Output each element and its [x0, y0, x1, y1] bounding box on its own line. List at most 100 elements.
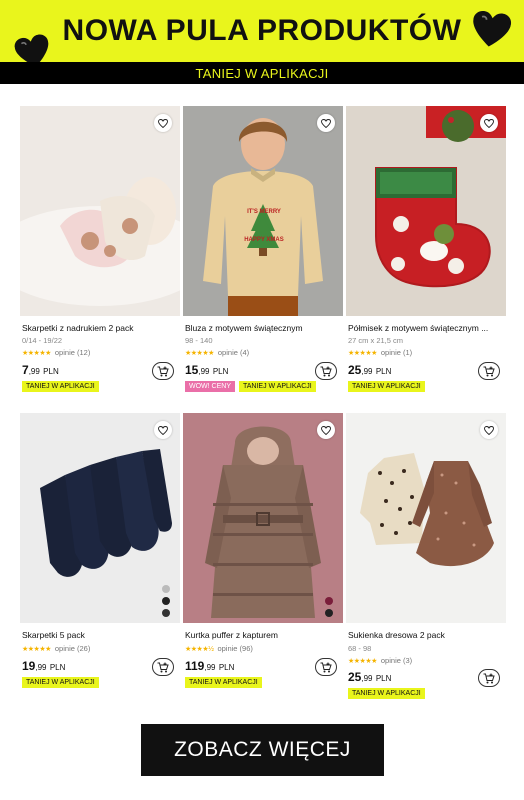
price-currency: PLN [375, 674, 392, 683]
app-discount-bar: TANIEJ W APLIKACJI [0, 62, 524, 84]
color-swatch[interactable] [162, 609, 170, 617]
favorite-button[interactable] [154, 421, 172, 439]
product-rating: ★★★★★ opinie (4) [185, 348, 249, 357]
black-heart-icon [473, 10, 512, 47]
price-currency: PLN [49, 663, 66, 672]
rating-stars: ★★★★★ [22, 349, 51, 357]
color-swatch[interactable] [325, 609, 333, 617]
christmas-plate-photo [346, 106, 506, 316]
see-more-button[interactable]: ZOBACZ WIĘCEJ [141, 724, 384, 776]
price-currency: PLN [212, 367, 229, 376]
price-decimal: ,99 [198, 367, 210, 376]
add-to-cart-icon [483, 366, 495, 376]
navy-socks-photo [20, 413, 180, 623]
product-image[interactable] [20, 106, 180, 316]
product-name[interactable]: Półmisek z motywem świątecznym ... [348, 323, 503, 333]
product-image[interactable]: IT'S MERRY HAPPY XMAS [183, 106, 343, 316]
app-discount-tag: TANIEJ W APLIKACJI [22, 677, 99, 688]
product-rating: ★★★★★ opinie (26) [22, 644, 90, 653]
price-integer: 25 [348, 670, 362, 684]
favorite-button[interactable] [317, 421, 335, 439]
app-discount-tag: TANIEJ W APLIKACJI [348, 688, 425, 699]
product-card[interactable]: Skarpetki 5 pack ★★★★★ opinie (26) 19,99… [20, 413, 180, 693]
product-tags: TANIEJ W APLIKACJI [22, 381, 99, 392]
subbar-text: TANIEJ W APLIKACJI [195, 66, 329, 81]
review-count[interactable]: opinie (96) [217, 644, 252, 653]
add-to-cart-button[interactable] [478, 669, 500, 687]
add-to-cart-icon [157, 662, 169, 672]
product-size: 0/14 - 19/22 [22, 336, 63, 345]
add-to-cart-button[interactable] [315, 362, 337, 380]
product-card[interactable]: Skarpetki z nadrukiem 2 pack 0/14 - 19/2… [20, 106, 180, 396]
price-decimal: ,99 [361, 367, 373, 376]
product-price: 25,99 PLN [348, 363, 391, 377]
review-count[interactable]: opinie (3) [381, 656, 412, 665]
rating-stars: ★★★★★ [348, 349, 377, 357]
price-currency: PLN [375, 367, 392, 376]
dress-set-photo [346, 413, 506, 623]
price-decimal: ,99 [28, 367, 40, 376]
review-count[interactable]: opinie (1) [381, 348, 412, 357]
color-swatch[interactable] [162, 597, 170, 605]
product-image[interactable] [183, 413, 343, 623]
puffer-jacket-photo [183, 413, 343, 623]
product-name[interactable]: Kurtka puffer z kapturem [185, 630, 340, 640]
product-size: 98 - 140 [185, 336, 213, 345]
favorite-button[interactable] [480, 114, 498, 132]
review-count[interactable]: opinie (12) [55, 348, 90, 357]
rating-stars: ★★★★★ [185, 349, 214, 357]
product-size: 68 - 98 [348, 644, 372, 653]
product-card[interactable]: Półmisek z motywem świątecznym ... 27 cm… [346, 106, 506, 396]
price-integer: 25 [348, 363, 362, 377]
color-swatch[interactable] [162, 585, 170, 593]
price-decimal: ,99 [204, 663, 216, 672]
product-rating: ★★★★½ opinie (96) [185, 644, 253, 653]
product-tags: TANIEJ W APLIKACJI [348, 688, 425, 699]
product-tags: TANIEJ W APLIKACJI [22, 677, 99, 688]
product-image[interactable] [346, 413, 506, 623]
product-price: 7,99 PLN [22, 363, 59, 377]
favorite-button[interactable] [317, 114, 335, 132]
product-name[interactable]: Skarpetki z nadrukiem 2 pack [22, 323, 177, 333]
app-discount-tag: TANIEJ W APLIKACJI [22, 381, 99, 392]
price-integer: 19 [22, 659, 36, 673]
price-integer: 15 [185, 363, 199, 377]
favorite-button[interactable] [154, 114, 172, 132]
baby-socks-photo [20, 106, 180, 316]
product-card[interactable]: IT'S MERRY HAPPY XMAS Bluza z motywem św… [183, 106, 343, 396]
add-to-cart-button[interactable] [152, 658, 174, 676]
heart-outline-icon [484, 118, 494, 128]
product-image[interactable] [20, 413, 180, 623]
product-name[interactable]: Skarpetki 5 pack [22, 630, 177, 640]
heart-outline-icon [321, 118, 331, 128]
product-rating: ★★★★★ opinie (3) [348, 656, 412, 665]
product-name[interactable]: Sukienka dresowa 2 pack [348, 630, 503, 640]
add-to-cart-icon [320, 662, 332, 672]
color-swatch[interactable] [325, 597, 333, 605]
add-to-cart-button[interactable] [478, 362, 500, 380]
price-integer: 7 [22, 363, 29, 377]
price-decimal: ,99 [35, 663, 47, 672]
product-price: 25,99 PLN [348, 670, 391, 684]
product-price: 119,99 PLN [185, 659, 234, 673]
add-to-cart-button[interactable] [152, 362, 174, 380]
price-currency: PLN [218, 663, 235, 672]
review-count[interactable]: opinie (4) [218, 348, 249, 357]
rating-stars: ★★★★½ [185, 645, 214, 653]
product-rating: ★★★★★ opinie (1) [348, 348, 412, 357]
review-count[interactable]: opinie (26) [55, 644, 90, 653]
favorite-button[interactable] [480, 421, 498, 439]
product-name[interactable]: Bluza z motywem świątecznym [185, 323, 340, 333]
sweater-print-text: IT'S MERRY HAPPY XMAS [244, 209, 284, 243]
add-to-cart-icon [157, 366, 169, 376]
add-to-cart-button[interactable] [315, 658, 337, 676]
product-image[interactable] [346, 106, 506, 316]
price-currency: PLN [43, 367, 59, 376]
heart-outline-icon [321, 425, 331, 435]
product-card[interactable]: Kurtka puffer z kapturem ★★★★½ opinie (9… [183, 413, 343, 693]
product-card[interactable]: Sukienka dresowa 2 pack 68 - 98 ★★★★★ op… [346, 413, 506, 703]
product-rating: ★★★★★ opinie (12) [22, 348, 90, 357]
add-to-cart-icon [483, 673, 495, 683]
add-to-cart-icon [320, 366, 332, 376]
app-discount-tag: TANIEJ W APLIKACJI [185, 677, 262, 688]
